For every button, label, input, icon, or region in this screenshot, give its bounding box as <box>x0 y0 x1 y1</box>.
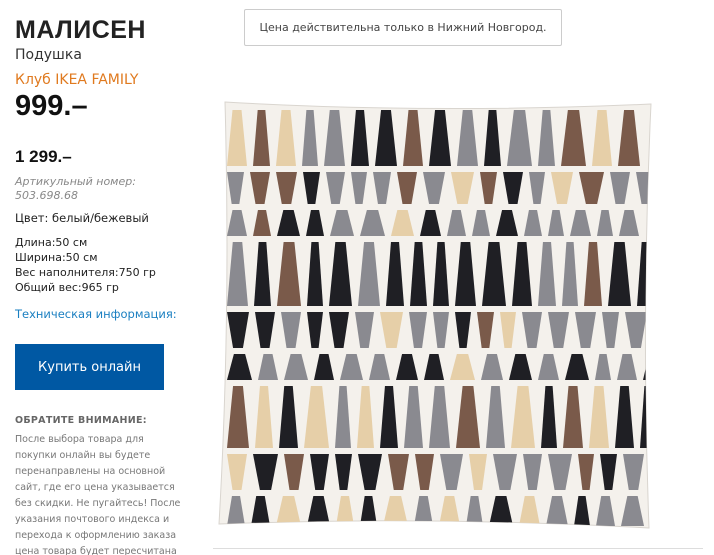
product-image <box>213 96 658 536</box>
product-title: МАЛИСЕН <box>15 16 146 44</box>
product-specs: Длина:50 см Ширина:50 см Вес наполнителя… <box>15 235 156 295</box>
divider <box>213 548 703 549</box>
buy-online-button[interactable]: Купить онлайн <box>15 344 164 390</box>
product-subtitle: Подушка <box>15 47 82 63</box>
cushion-pattern-image <box>218 101 652 529</box>
tech-info-link[interactable]: Техническая информация: <box>15 307 177 321</box>
spec-length: Длина:50 см <box>15 236 88 249</box>
attention-text: После выбора товара для покупки онлайн в… <box>15 434 181 555</box>
article-number: Артикульный номер: 503.698.68 <box>15 175 136 202</box>
price-notice: Цена действительна только в Нижний Новго… <box>244 9 562 46</box>
family-club-label: Клуб IKEA FAMILY <box>15 72 139 88</box>
product-color: Цвет: белый/бежевый <box>15 211 149 225</box>
spec-total-weight: Общий вес:965 гр <box>15 281 119 294</box>
attention-heading: ОБРАТИТЕ ВНИМАНИЕ: <box>15 415 147 426</box>
spec-filling-weight: Вес наполнителя:750 гр <box>15 266 156 279</box>
family-price: 999.– <box>15 90 88 122</box>
regular-price: 1 299.– <box>15 147 72 166</box>
spec-width: Ширина:50 см <box>15 251 98 264</box>
